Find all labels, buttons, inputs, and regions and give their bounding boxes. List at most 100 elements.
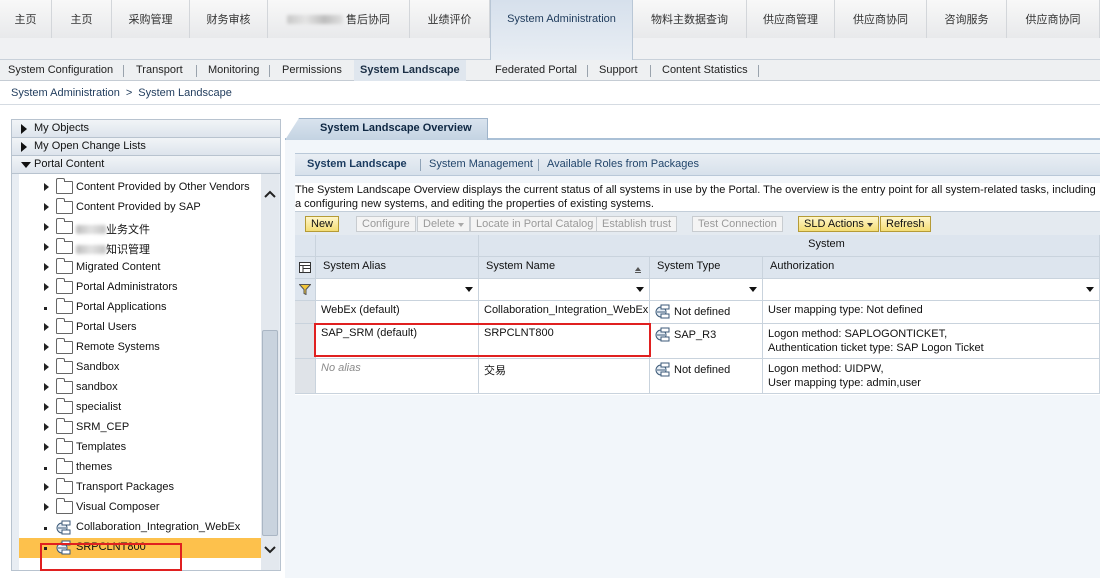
subnav-monitoring[interactable]: Monitoring bbox=[208, 60, 259, 81]
expand-arrow-icon[interactable] bbox=[44, 403, 49, 411]
folder-icon bbox=[56, 358, 73, 374]
top-tab-home-1[interactable]: 主页 bbox=[0, 0, 52, 38]
expand-arrow-icon[interactable] bbox=[44, 223, 49, 231]
delete-button[interactable]: Delete bbox=[417, 216, 470, 232]
tree-item[interactable]: Content Provided by Other Vendors bbox=[19, 178, 261, 198]
tree-item[interactable]: themes bbox=[19, 458, 261, 478]
expand-arrow-icon[interactable] bbox=[44, 383, 49, 391]
tree-item[interactable]: Templates bbox=[19, 438, 261, 458]
sld-actions-button[interactable]: SLD Actions bbox=[798, 216, 879, 232]
tree-item[interactable]: Visual Composer bbox=[19, 498, 261, 518]
expand-arrow-icon[interactable] bbox=[44, 183, 49, 191]
expand-arrow-icon[interactable] bbox=[44, 423, 49, 431]
expand-arrow-icon[interactable] bbox=[44, 323, 49, 331]
tree-item[interactable]: Portal Applications bbox=[19, 298, 261, 318]
overview-description: The System Landscape Overview displays t… bbox=[295, 183, 1100, 211]
scroll-down-icon[interactable] bbox=[264, 546, 276, 554]
subnav-system-landscape[interactable]: System Landscape bbox=[354, 60, 466, 81]
expand-arrow-icon[interactable] bbox=[44, 203, 49, 211]
tree-item[interactable]: Sandbox bbox=[19, 358, 261, 378]
top-tab-finance[interactable]: 财务审核 bbox=[190, 0, 268, 38]
my-objects-header[interactable]: My Objects bbox=[12, 120, 280, 138]
subnav-content-statistics[interactable]: Content Statistics bbox=[662, 60, 748, 81]
portal-content-header[interactable]: Portal Content bbox=[12, 156, 280, 174]
column-header-system-name[interactable]: System Name bbox=[479, 257, 650, 279]
tree-item-text: SRM_CEP bbox=[76, 421, 130, 433]
filter-system-type[interactable] bbox=[650, 279, 763, 301]
tree-item[interactable]: Portal Administrators bbox=[19, 278, 261, 298]
expand-arrow-icon[interactable] bbox=[44, 483, 49, 491]
row-selector[interactable] bbox=[295, 301, 316, 324]
system-group-header: System bbox=[479, 235, 1100, 257]
expand-arrow-icon[interactable] bbox=[44, 263, 49, 271]
tree-item-label: Content Provided by SAP bbox=[76, 201, 201, 213]
tab-system-landscape-overview[interactable]: System Landscape Overview bbox=[285, 118, 488, 140]
tree-item[interactable]: 业务文件 bbox=[19, 218, 261, 238]
filter-system-name[interactable] bbox=[479, 279, 650, 301]
subnav-transport[interactable]: Transport bbox=[136, 60, 183, 81]
scrollbar-thumb[interactable] bbox=[262, 330, 278, 536]
tree-item[interactable]: Collaboration_Integration_WebEx bbox=[19, 518, 261, 538]
column-header-system-type[interactable]: System Type bbox=[650, 257, 763, 279]
top-tab-supplier-collaboration-1[interactable]: 供应商协同 bbox=[835, 0, 927, 38]
change-lists-header[interactable]: My Open Change Lists bbox=[12, 138, 280, 156]
expand-arrow-icon[interactable] bbox=[44, 443, 49, 451]
top-tab-purchasing[interactable]: 采购管理 bbox=[112, 0, 190, 38]
top-tab-supplier-collaboration-2[interactable]: 供应商协同 bbox=[1007, 0, 1100, 38]
filter-system-alias[interactable] bbox=[316, 279, 479, 301]
dropdown-arrow-icon bbox=[1086, 287, 1094, 292]
tab-system-landscape[interactable]: System Landscape bbox=[307, 158, 407, 170]
table-settings-icon[interactable] bbox=[299, 262, 311, 273]
tree-item[interactable]: SRPCLNT800 bbox=[19, 538, 261, 558]
top-tab-home-2[interactable]: 主页 bbox=[52, 0, 112, 38]
configure-button[interactable]: Configure bbox=[356, 216, 416, 232]
top-tab-material-master[interactable]: 物料主数据查询 bbox=[633, 0, 747, 38]
locate-in-portal-catalog-button[interactable]: Locate in Portal Catalog bbox=[470, 216, 600, 232]
tree-item[interactable]: Portal Users bbox=[19, 318, 261, 338]
subnav-support[interactable]: Support bbox=[599, 60, 638, 81]
new-button[interactable]: New bbox=[305, 216, 340, 232]
tree-item[interactable]: Transport Packages bbox=[19, 478, 261, 498]
tree-item[interactable]: sandbox bbox=[19, 378, 261, 398]
subnav-system-configuration[interactable]: System Configuration bbox=[8, 60, 113, 81]
top-navigation-bar: 主页 主页 采购管理 财务审核 售后协同 业绩评价 System Adminis… bbox=[0, 0, 1100, 60]
establish-trust-button[interactable]: Establish trust bbox=[596, 216, 678, 232]
filter-authorization[interactable] bbox=[763, 279, 1100, 301]
column-header-system-alias[interactable]: System Alias bbox=[316, 257, 479, 279]
filter-toggle-cell[interactable] bbox=[295, 279, 316, 301]
top-tab-aftersales[interactable]: 售后协同 bbox=[268, 0, 410, 38]
refresh-button[interactable]: Refresh bbox=[880, 216, 931, 232]
row-selector[interactable] bbox=[295, 359, 316, 394]
row-selector[interactable] bbox=[295, 324, 316, 359]
subnav-permissions[interactable]: Permissions bbox=[282, 60, 342, 81]
expand-arrow-icon[interactable] bbox=[44, 243, 49, 251]
button-label: SLD Actions bbox=[804, 218, 864, 230]
top-tab-consulting[interactable]: 咨询服务 bbox=[927, 0, 1007, 38]
system-icon bbox=[655, 304, 670, 319]
column-header-authorization[interactable]: Authorization bbox=[763, 257, 1100, 279]
breadcrumb-system-administration[interactable]: System Administration bbox=[11, 87, 120, 99]
tree-item[interactable]: 知识管理 bbox=[19, 238, 261, 258]
top-tab-supplier-management[interactable]: 供应商管理 bbox=[747, 0, 835, 38]
tab-available-roles[interactable]: Available Roles from Packages bbox=[547, 158, 699, 170]
tree-item[interactable]: Migrated Content bbox=[19, 258, 261, 278]
tree-scrollbar[interactable] bbox=[261, 174, 279, 570]
subnav-federated-portal[interactable]: Federated Portal bbox=[495, 60, 577, 81]
tree-item[interactable]: SRM_CEP bbox=[19, 418, 261, 438]
tree-item[interactable]: Remote Systems bbox=[19, 338, 261, 358]
expand-arrow-icon[interactable] bbox=[44, 363, 49, 371]
tab-system-management[interactable]: System Management bbox=[429, 158, 533, 170]
expand-arrow-icon[interactable] bbox=[44, 343, 49, 351]
expand-arrow-icon[interactable] bbox=[44, 283, 49, 291]
filter-funnel-icon[interactable] bbox=[299, 284, 311, 295]
top-tab-label: 主页 bbox=[14, 14, 37, 26]
expand-arrow-icon[interactable] bbox=[44, 503, 49, 511]
top-tab-system-administration[interactable]: System Administration bbox=[490, 0, 633, 60]
tree-item[interactable]: Content Provided by SAP bbox=[19, 198, 261, 218]
scroll-up-icon[interactable] bbox=[264, 190, 276, 198]
test-connection-button[interactable]: Test Connection bbox=[692, 216, 783, 232]
tree-item[interactable]: specialist bbox=[19, 398, 261, 418]
tree-item-label: Content Provided by Other Vendors bbox=[76, 181, 250, 193]
top-tab-performance[interactable]: 业绩评价 bbox=[410, 0, 490, 38]
table-settings-cell[interactable] bbox=[295, 257, 316, 279]
